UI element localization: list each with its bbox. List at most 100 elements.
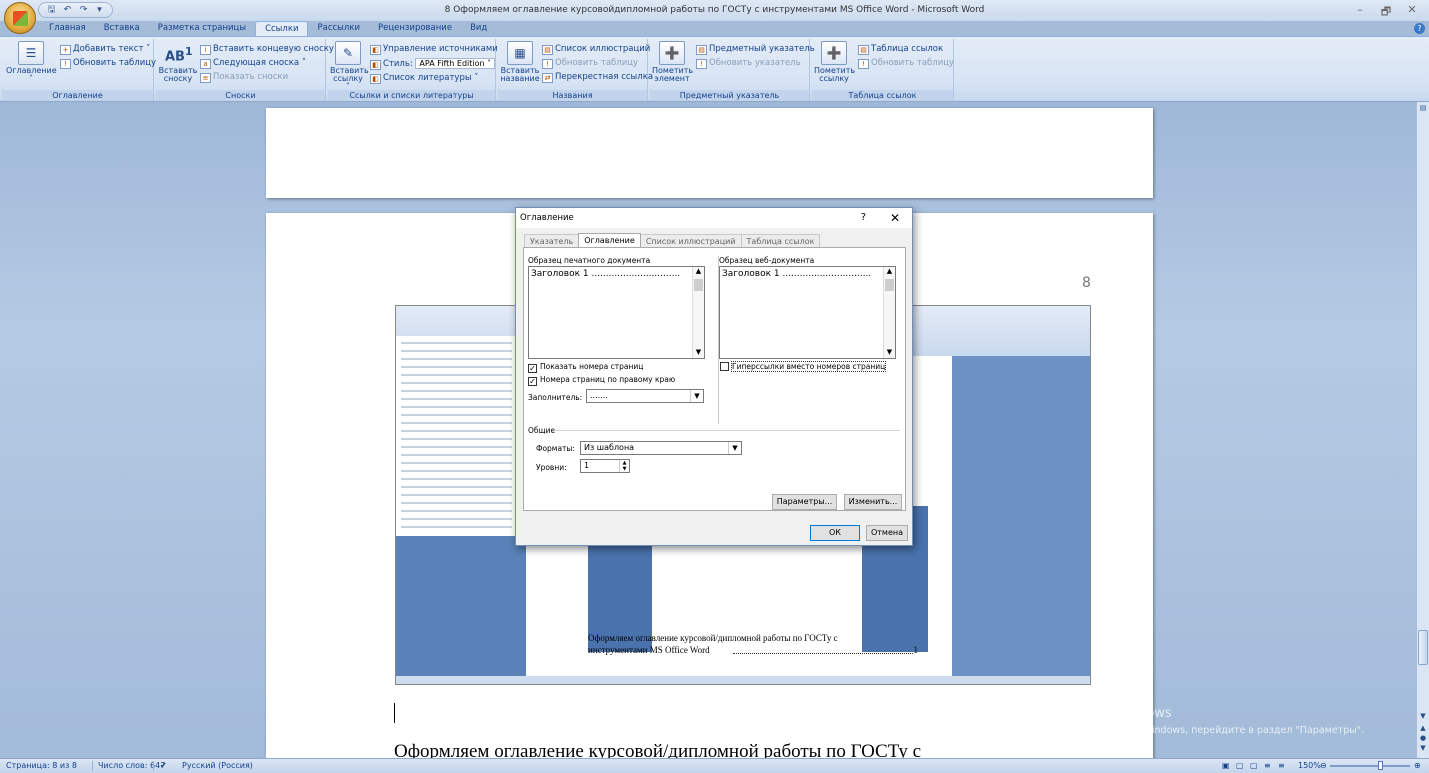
language-indicator[interactable]: Русский (Россия) bbox=[182, 759, 253, 773]
web-preview-box: Заголовок 1 ............................… bbox=[719, 266, 896, 359]
save-icon[interactable]: 🖫 bbox=[45, 4, 58, 16]
previous-page-icon[interactable]: ▲ bbox=[1417, 724, 1429, 734]
full-screen-icon[interactable]: ▢ bbox=[1236, 759, 1244, 773]
scrollbar-thumb[interactable] bbox=[1418, 630, 1428, 665]
manage-sources-button[interactable]: ◧ Управление источниками bbox=[370, 44, 498, 55]
dialog-help-button[interactable]: ? bbox=[861, 208, 866, 228]
customize-qat-icon[interactable]: ▾ bbox=[93, 4, 106, 16]
tab-references[interactable]: Ссылки bbox=[255, 21, 309, 36]
group-authorities: ➕ Пометить ссылку ▤ Таблица ссылок ! Обнови… bbox=[812, 39, 954, 101]
tab-view[interactable]: Вид bbox=[461, 21, 496, 36]
levels-spinner[interactable]: 1 ▲ ▼ bbox=[580, 459, 630, 473]
cross-reference-button[interactable]: ⇄ Перекрестная ссылка bbox=[542, 72, 653, 83]
insert-citation-button[interactable]: ✎ Вставить ссылку ˅ bbox=[330, 41, 369, 91]
restore-button[interactable]: 🗗 bbox=[1376, 3, 1396, 22]
help-icon[interactable]: ? bbox=[1414, 23, 1425, 34]
page-count[interactable]: Страница: 8 из 8 bbox=[6, 759, 77, 773]
toc-button[interactable]: ☰ Оглавление ˅ bbox=[6, 41, 57, 83]
draft-icon[interactable]: ≡ bbox=[1278, 759, 1285, 773]
word-count[interactable]: Число слов: 647 bbox=[98, 759, 165, 773]
group-citations: ✎ Вставить ссылку ˅ ◧ Управление источника… bbox=[328, 39, 498, 101]
update-figures-button[interactable]: ! Обновить таблицу bbox=[542, 58, 638, 69]
dialog-tab-figures[interactable]: Список иллюстраций bbox=[639, 234, 742, 248]
office-logo-icon bbox=[13, 11, 28, 26]
add-text-button[interactable]: + Добавить текст ˅ bbox=[60, 44, 150, 55]
browse-object-icon[interactable]: ● bbox=[1417, 734, 1429, 744]
update-authorities-button[interactable]: ! Обновить таблицу bbox=[858, 58, 954, 69]
close-window-button[interactable]: ✕ bbox=[1402, 3, 1422, 16]
next-page-icon[interactable]: ▼ bbox=[1417, 744, 1429, 754]
table-of-figures-button[interactable]: ▤ Список иллюстраций bbox=[542, 44, 650, 55]
print-preview-scrollbar[interactable]: ▲ ▼ bbox=[692, 267, 704, 358]
leader-combo[interactable]: ....... ▼ bbox=[586, 389, 704, 403]
vertical-scrollbar[interactable]: ▤ ▼ ▲ ● ▼ bbox=[1416, 102, 1429, 758]
zoom-slider[interactable] bbox=[1330, 761, 1410, 770]
update-index-button[interactable]: ! Обновить указатель bbox=[696, 58, 801, 69]
insert-caption-button[interactable]: ▦ Вставить название bbox=[500, 41, 540, 83]
dialog-close-button[interactable]: ✕ bbox=[890, 208, 900, 228]
tab-review[interactable]: Рецензирование bbox=[369, 21, 461, 36]
mark-entry-icon: ➕ bbox=[659, 41, 685, 65]
outline-icon[interactable]: ≡ bbox=[1264, 759, 1271, 773]
tab-home[interactable]: Главная bbox=[40, 21, 95, 36]
next-footnote-button[interactable]: a Следующая сноска ˅ bbox=[200, 58, 306, 69]
style-icon: ◧ bbox=[370, 60, 381, 70]
index-icon: ▤ bbox=[696, 45, 707, 55]
leader-label: Заполнитель: bbox=[528, 393, 583, 402]
right-align-checkbox[interactable]: ✓ Номера страниц по правому краю bbox=[528, 375, 675, 386]
zoom-level[interactable]: 150% bbox=[1298, 759, 1321, 773]
modify-button[interactable]: Изменить... bbox=[844, 494, 902, 510]
zoom-out-icon[interactable]: ⊖ bbox=[1320, 759, 1327, 773]
undo-icon[interactable]: ↶ bbox=[61, 4, 74, 16]
embedded-side bbox=[952, 356, 1090, 678]
zoom-in-icon[interactable]: ⊕ bbox=[1414, 759, 1421, 773]
mark-citation-button[interactable]: ➕ Пометить ссылку bbox=[814, 41, 855, 83]
insert-index-button[interactable]: ▤ Предметный указатель bbox=[696, 44, 815, 55]
redo-icon[interactable]: ↷ bbox=[77, 4, 90, 16]
insert-endnote-button[interactable]: i Вставить концевую сноску bbox=[200, 44, 334, 55]
hyperlinks-checkbox[interactable]: Гиперссылки вместо номеров страниц bbox=[720, 361, 887, 372]
formats-combo[interactable]: Из шаблона ▼ bbox=[580, 441, 742, 455]
tab-mailings[interactable]: Рассылки bbox=[308, 21, 368, 36]
dialog-tab-authorities[interactable]: Таблица ссылок bbox=[740, 234, 821, 248]
text-cursor bbox=[394, 703, 395, 723]
dialog-tab-index[interactable]: Указатель bbox=[524, 234, 580, 248]
office-button[interactable] bbox=[4, 2, 36, 34]
show-page-numbers-checkbox[interactable]: ✓ Показать номера страниц bbox=[528, 362, 643, 373]
bibliography-button[interactable]: ◧ Список литературы ˅ bbox=[370, 73, 479, 84]
group-index: ➕ Пометить элемент ▤ Предметный указатель … bbox=[650, 39, 815, 101]
web-preview-label: Образец веб-документа bbox=[719, 256, 815, 265]
citation-icon: ✎ bbox=[335, 41, 361, 65]
bibliography-icon: ◧ bbox=[370, 74, 381, 84]
embedded-caption: Оформляем оглавление курсовой/дипломной … bbox=[588, 633, 918, 655]
window-title: 8 Оформляем оглавление курсовойдипломной… bbox=[444, 5, 985, 15]
web-preview-scrollbar[interactable]: ▲ ▼ bbox=[883, 267, 895, 358]
minimize-button[interactable]: – bbox=[1350, 3, 1370, 16]
dialog-title: Оглавление bbox=[516, 208, 912, 228]
endnote-icon: i bbox=[200, 45, 211, 55]
chevron-down-icon: ▼ bbox=[728, 442, 741, 454]
tab-page-layout[interactable]: Разметка страницы bbox=[149, 21, 255, 36]
insert-authorities-button[interactable]: ▤ Таблица ссылок bbox=[858, 44, 943, 55]
zoom-slider-knob[interactable] bbox=[1378, 761, 1383, 770]
insert-footnote-button[interactable]: AB1 Вставить сноску bbox=[158, 41, 198, 83]
dialog-panel: Образец печатного документа Заголовок 1 … bbox=[523, 247, 906, 511]
group-label-toc: Оглавление bbox=[2, 90, 153, 101]
update-table-button[interactable]: ! Обновить таблицу bbox=[60, 58, 156, 69]
spellcheck-icon[interactable]: ✔ bbox=[160, 759, 167, 773]
ok-button[interactable]: ОК bbox=[810, 525, 860, 541]
show-notes-button[interactable]: ≡ Показать сноски bbox=[200, 72, 288, 83]
web-layout-icon[interactable]: ▢ bbox=[1250, 759, 1258, 773]
scroll-down-icon[interactable]: ▼ bbox=[1417, 712, 1429, 722]
spinner-arrows-icon[interactable]: ▲ ▼ bbox=[619, 460, 629, 472]
mark-entry-button[interactable]: ➕ Пометить элемент bbox=[652, 41, 693, 83]
style-dropdown[interactable]: APA Fifth Edition ˅ bbox=[415, 58, 496, 69]
print-layout-icon[interactable]: ▣ bbox=[1222, 759, 1230, 773]
tab-insert[interactable]: Вставка bbox=[95, 21, 149, 36]
style-selector[interactable]: ◧ Стиль: APA Fifth Edition ˅ bbox=[370, 58, 496, 70]
dialog-tab-toc[interactable]: Оглавление bbox=[578, 233, 641, 248]
cancel-button[interactable]: Отмена bbox=[866, 525, 908, 541]
previous-page[interactable] bbox=[266, 108, 1153, 198]
ruler-toggle-icon[interactable]: ▤ bbox=[1417, 104, 1429, 114]
options-button[interactable]: Параметры... bbox=[772, 494, 837, 510]
